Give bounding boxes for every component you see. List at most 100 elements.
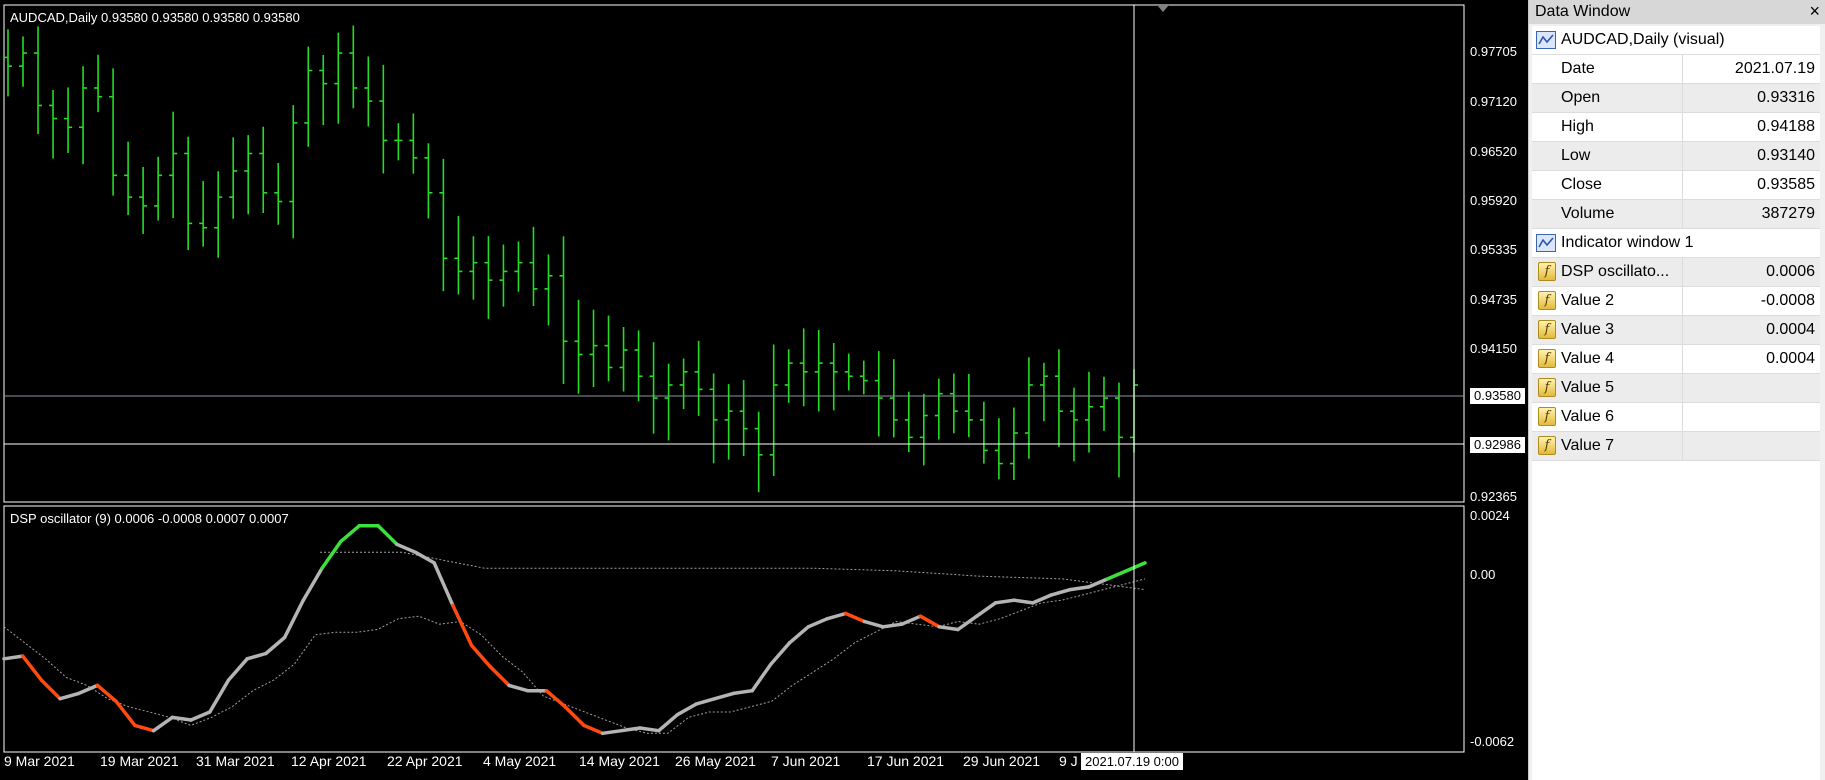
price-bar <box>1084 371 1093 453</box>
price-bar <box>589 309 598 388</box>
price-axis-label: 0.96520 <box>1470 144 1517 159</box>
oscillator-segment <box>264 635 287 656</box>
group-row-symbol[interactable]: AUDCAD,Daily (visual) <box>1532 26 1820 55</box>
oscillator-segment <box>20 654 44 682</box>
chart-canvas[interactable] <box>0 0 1528 780</box>
oscillator-segment <box>993 598 1016 605</box>
date-axis-label: 19 Mar 2021 <box>100 753 179 769</box>
price-bar <box>409 113 418 174</box>
price-bar <box>1039 362 1048 422</box>
oscillator-segment <box>582 723 605 736</box>
function-icon: f <box>1538 349 1556 368</box>
price-axis-label: 0.94735 <box>1470 292 1517 307</box>
oscillator-segment <box>320 539 343 571</box>
price-axis-label: 0.92365 <box>1470 489 1517 504</box>
price-bar <box>94 54 103 113</box>
price-bar <box>619 327 628 392</box>
row-value: -0.0008 <box>1760 292 1815 309</box>
data-row-date: Date 2021.07.19 <box>1532 55 1820 84</box>
price-bar <box>529 226 538 307</box>
row-label: DSP oscillato... <box>1561 263 1670 280</box>
price-bar <box>274 162 283 225</box>
price-bar <box>694 340 703 416</box>
price-bar <box>859 360 868 395</box>
oscillator-segment <box>900 614 923 626</box>
date-axis-label: 22 Apr 2021 <box>387 753 463 769</box>
crosshair-date-tag: 2021.07.19 0:00 <box>1081 753 1183 770</box>
price-bar <box>679 358 688 410</box>
oscillator-segment <box>114 699 137 728</box>
price-axis-label: 0.97120 <box>1470 94 1517 109</box>
price-bar <box>829 342 838 411</box>
row-value: 0.0004 <box>1766 350 1815 367</box>
price-bar <box>544 254 553 326</box>
date-axis-label: 26 May 2021 <box>675 753 756 769</box>
oscillator-segment <box>862 619 885 629</box>
indicator-pane-frame <box>3 505 1465 753</box>
oscillator-segment <box>413 550 436 565</box>
price-bar <box>244 135 253 215</box>
close-icon[interactable]: × <box>1809 1 1820 22</box>
oscillator-segment <box>675 702 698 717</box>
oscillator-segment <box>58 691 81 701</box>
price-bar <box>34 26 43 135</box>
oscillator-segment <box>638 726 661 733</box>
price-bar <box>199 181 208 247</box>
data-window-title: Data Window <box>1535 3 1631 20</box>
oscillator-segment <box>488 665 511 688</box>
oscillator-segment <box>376 523 399 547</box>
price-bar <box>844 353 853 391</box>
price-bar <box>709 373 718 464</box>
price-bar <box>814 329 823 412</box>
chart-shift-marker-icon[interactable] <box>1157 5 1169 12</box>
column-divider <box>1682 432 1683 461</box>
indicator-axis-label: 0.00 <box>1470 567 1496 582</box>
chart-icon <box>1536 31 1556 49</box>
oscillator-segment <box>451 603 474 648</box>
date-axis-label: 7 Jun 2021 <box>771 753 841 769</box>
data-row-volume: Volume 387279 <box>1532 200 1820 229</box>
price-bar <box>604 315 613 382</box>
row-value: 387279 <box>1761 205 1815 222</box>
column-divider <box>1682 142 1683 171</box>
column-divider <box>1682 258 1683 287</box>
price-bar <box>169 111 178 219</box>
function-icon: f <box>1538 320 1556 339</box>
price-bar <box>1054 349 1063 447</box>
price-bars <box>4 25 1138 493</box>
oscillator-segment <box>226 657 249 682</box>
date-axis-label: 31 Mar 2021 <box>196 753 275 769</box>
chart-icon <box>1536 234 1556 252</box>
row-label: Value 7 <box>1561 437 1615 454</box>
price-bar <box>49 89 58 159</box>
price-bar <box>454 216 463 295</box>
price-bar <box>664 363 673 441</box>
price-bar <box>184 136 193 251</box>
row-value: 0.93316 <box>1757 89 1815 106</box>
function-icon: f <box>1538 378 1556 397</box>
price-bar <box>364 56 373 127</box>
row-label: Value 2 <box>1561 292 1615 309</box>
price-axis-label: 0.97705 <box>1470 44 1517 59</box>
column-divider <box>1682 316 1683 345</box>
row-value: 0.0006 <box>1766 263 1815 280</box>
oscillator-segment <box>937 625 960 632</box>
main-pane-frame <box>3 4 1465 503</box>
group-row-indicator[interactable]: Indicator window 1 <box>1532 229 1820 258</box>
oscillator-segment <box>282 598 306 640</box>
data-window-header[interactable]: Data Window × <box>1529 0 1825 24</box>
oscillator-segment <box>432 561 455 608</box>
oscillator-segment <box>301 566 324 602</box>
price-bar <box>499 244 508 307</box>
column-divider <box>1682 287 1683 316</box>
row-value: 0.93585 <box>1757 176 1815 193</box>
oscillator-segment <box>563 704 586 728</box>
oscillator-lines <box>2 523 1147 736</box>
date-axis-label: 17 Jun 2021 <box>867 753 945 769</box>
row-value: 0.94188 <box>1757 118 1815 135</box>
data-row-close: Close 0.93585 <box>1532 171 1820 200</box>
oscillator-segment <box>1049 587 1072 597</box>
date-axis-label: 12 Apr 2021 <box>291 753 367 769</box>
price-bar <box>649 342 658 434</box>
chart-area[interactable]: AUDCAD,Daily 0.93580 0.93580 0.93580 0.9… <box>0 0 1528 780</box>
